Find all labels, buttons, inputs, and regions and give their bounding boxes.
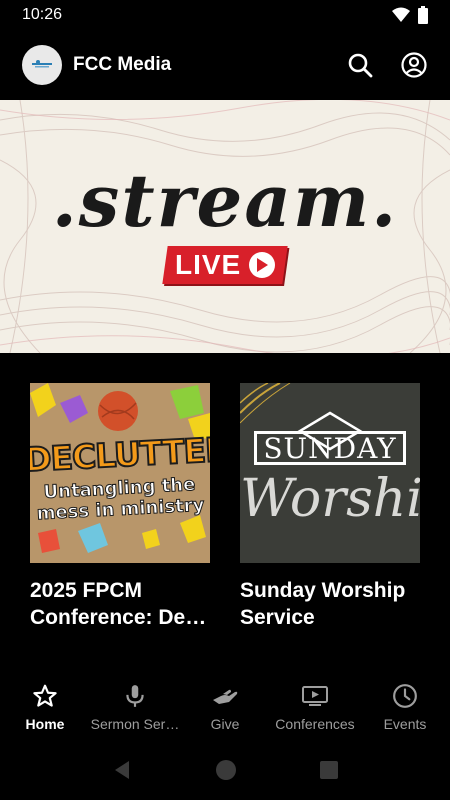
worship-subheadline: Worship <box>240 469 420 529</box>
home-circle-icon[interactable] <box>215 759 237 781</box>
app-header: FCC Media <box>0 30 450 100</box>
fcc-logo-icon <box>32 60 52 68</box>
card-conference[interactable]: DECLUTTER Untangling the mess in ministr… <box>30 383 210 631</box>
status-time: 10:26 <box>22 6 63 23</box>
card-title[interactable]: Sunday Worship Service <box>240 577 430 631</box>
status-icons <box>392 6 428 24</box>
play-icon <box>249 252 276 278</box>
live-label: LIVE <box>174 249 242 280</box>
card-sunday-worship[interactable]: SUNDAY Worship Sunday Worship Service <box>240 383 420 631</box>
bottom-nav: Home Sermon Ser… Give Conferences Events <box>0 676 450 740</box>
account-button[interactable] <box>400 51 428 79</box>
nav-label: Conferences <box>275 716 355 732</box>
giving-hand-icon <box>211 682 239 710</box>
card-title[interactable]: 2025 FPCM Conference: De… <box>30 577 220 631</box>
account-icon <box>401 52 427 78</box>
nav-sermon-series[interactable]: Sermon Ser… <box>90 676 180 740</box>
wifi-icon <box>392 7 410 22</box>
sunday-worship-thumbnail[interactable]: SUNDAY Worship <box>240 383 420 563</box>
recents-icon[interactable] <box>319 760 339 780</box>
nav-label: Give <box>210 716 240 732</box>
system-nav-bar <box>0 746 450 794</box>
live-badge: LIVE <box>162 246 288 284</box>
sunday-headline: SUNDAY <box>263 431 397 465</box>
conference-thumbnail[interactable]: DECLUTTER Untangling the mess in ministr… <box>30 383 210 563</box>
media-cards: DECLUTTER Untangling the mess in ministr… <box>30 383 420 631</box>
hero-title: .stream. <box>51 158 399 243</box>
app-title: FCC Media <box>73 54 172 75</box>
microphone-icon <box>121 682 149 710</box>
back-icon[interactable] <box>111 759 133 781</box>
nav-home[interactable]: Home <box>0 676 90 740</box>
nav-label: Sermon Ser… <box>90 716 180 732</box>
nav-events[interactable]: Events <box>360 676 450 740</box>
video-icon <box>301 682 329 710</box>
live-stream-banner[interactable]: .stream. LIVE <box>0 100 450 353</box>
battery-icon <box>418 6 428 24</box>
search-icon <box>348 53 373 78</box>
sunday-box: SUNDAY <box>254 431 406 465</box>
search-button[interactable] <box>346 51 374 79</box>
status-bar: 10:26 <box>0 0 450 30</box>
clock-icon <box>391 682 419 710</box>
nav-label: Home <box>25 716 65 732</box>
nav-conferences[interactable]: Conferences <box>270 676 360 740</box>
nav-label: Events <box>383 716 427 732</box>
app-logo[interactable] <box>22 45 62 85</box>
nav-give[interactable]: Give <box>180 676 270 740</box>
star-icon <box>31 682 59 710</box>
